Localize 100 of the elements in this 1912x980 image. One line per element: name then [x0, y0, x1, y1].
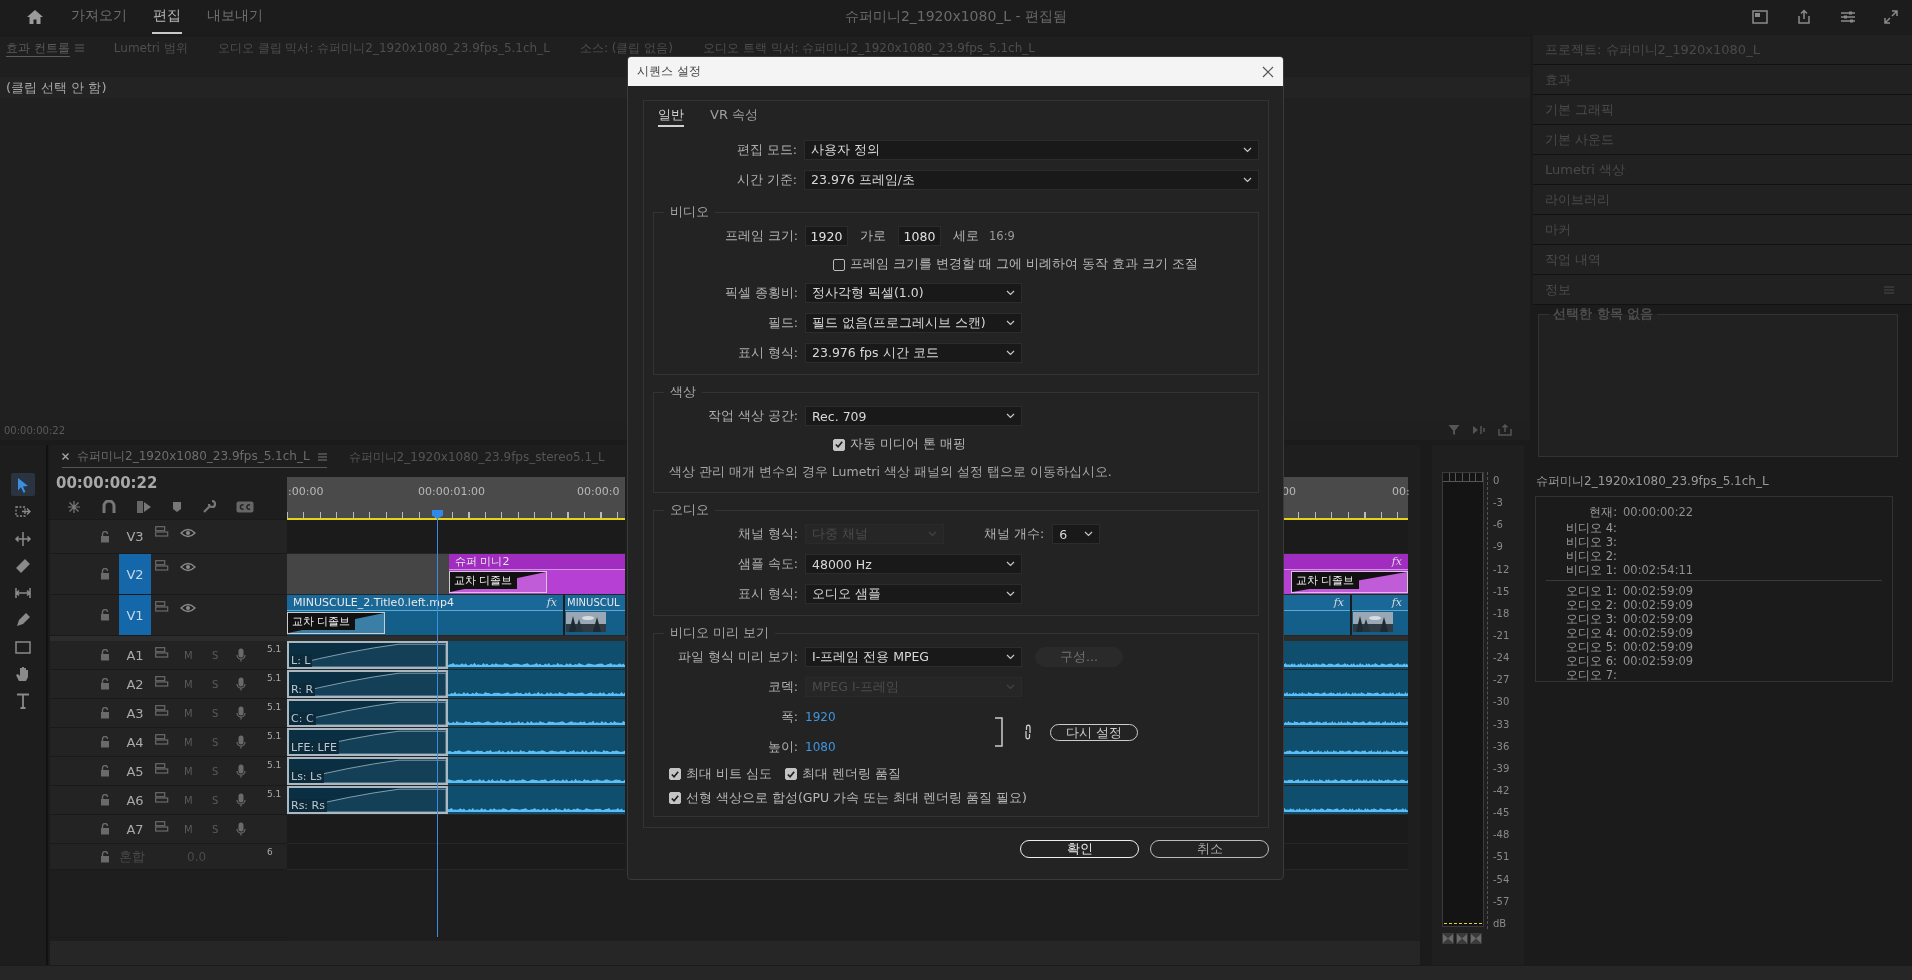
microphone-icon[interactable] — [236, 793, 246, 807]
lock-icon[interactable] — [100, 823, 110, 835]
checkbox[interactable] — [833, 438, 845, 451]
track-name[interactable]: V3 — [119, 520, 151, 553]
lock-icon[interactable] — [100, 794, 110, 806]
transition[interactable]: LFE: LFE — [287, 728, 448, 756]
width-field[interactable]: 1920 — [805, 226, 848, 246]
checkbox[interactable] — [669, 768, 681, 780]
video-clip[interactable]: fx — [1352, 595, 1408, 635]
dropdown[interactable]: Rec. 709 — [805, 406, 1022, 426]
dimension-value[interactable]: 1920 — [805, 710, 836, 724]
nest-icon[interactable] — [66, 500, 82, 514]
audio-clip[interactable]: Ls: Ls — [287, 757, 625, 785]
sliders-icon[interactable] — [1840, 10, 1856, 24]
checkbox[interactable] — [784, 768, 797, 780]
microphone-icon[interactable] — [236, 764, 246, 778]
dropdown[interactable]: 23.976 프레임/초 — [804, 170, 1259, 190]
dropdown[interactable]: 48000 Hz — [805, 554, 1022, 574]
lock-icon[interactable] — [100, 568, 110, 580]
dropdown[interactable]: 오디오 샘플 — [805, 584, 1022, 604]
dropdown[interactable]: 사용자 정의 — [804, 140, 1259, 160]
microphone-icon[interactable] — [236, 735, 246, 749]
linked-selection-icon[interactable] — [136, 500, 152, 514]
dropdown[interactable]: I-프레임 전용 MPEG — [805, 647, 1022, 667]
panel-icon[interactable] — [1752, 10, 1768, 24]
microphone-icon[interactable] — [236, 648, 246, 662]
checkbox-label[interactable]: 최대 렌더링 품질 — [801, 765, 901, 783]
checkbox[interactable] — [669, 792, 681, 804]
workspace-tab[interactable]: 가져오기 — [70, 0, 128, 34]
transition[interactable]: R: R — [287, 670, 448, 698]
sync-lock-icon[interactable] — [155, 763, 169, 774]
sync-lock-icon[interactable] — [155, 705, 169, 716]
sync-lock-icon[interactable] — [155, 734, 169, 745]
lock-icon[interactable] — [100, 707, 110, 719]
graphic-clip[interactable]: 슈퍼 미니2 교차 디졸브 — [449, 554, 625, 594]
checkbox-label[interactable]: 프레임 크기를 변경할 때 그에 비례하여 동작 효과 크기 조절 — [850, 256, 1198, 273]
marker-icon[interactable] — [172, 501, 182, 513]
track-name[interactable]: V2 — [119, 554, 151, 594]
captions-icon[interactable] — [236, 501, 254, 513]
fx-badge[interactable]: fx — [1391, 596, 1402, 609]
link-icon[interactable] — [1024, 724, 1032, 740]
audio-clip[interactable]: R: R — [287, 670, 625, 698]
checkbox[interactable] — [833, 258, 845, 271]
share-icon[interactable] — [1796, 9, 1812, 25]
lock-icon[interactable] — [100, 649, 110, 661]
video-clip[interactable]: MINUSCUL — [565, 595, 625, 635]
lock-icon[interactable] — [100, 530, 110, 543]
sync-lock-icon[interactable] — [155, 560, 169, 571]
height-field[interactable]: 1080 — [898, 226, 941, 246]
checkbox-label[interactable]: 자동 미디어 톤 매핑 — [850, 436, 966, 453]
timecode[interactable]: 00:00:00:22 — [56, 474, 158, 492]
dialog-tab[interactable]: VR 속성 — [710, 105, 759, 127]
close-icon[interactable] — [62, 453, 69, 460]
magnet-icon[interactable] — [102, 500, 116, 514]
close-icon[interactable] — [1262, 65, 1274, 78]
dialog-tab[interactable]: 일반 — [658, 105, 684, 127]
video-clip[interactable]: fx — [1282, 595, 1350, 635]
lock-icon[interactable] — [100, 678, 110, 690]
fx-badge[interactable]: fx — [546, 596, 557, 609]
lock-icon[interactable] — [100, 736, 110, 748]
transition[interactable]: Rs: Rs — [287, 786, 448, 814]
eye-icon[interactable] — [180, 528, 196, 538]
fx-badge[interactable]: fx — [1333, 596, 1344, 609]
transition[interactable]: Ls: Ls — [287, 757, 448, 785]
expand-icon[interactable] — [1884, 10, 1898, 24]
workspace-tab[interactable]: 내보내기 — [206, 0, 264, 34]
solo-meter-icon[interactable] — [1442, 933, 1454, 944]
sync-lock-icon[interactable] — [155, 601, 169, 612]
transition[interactable]: L: L — [287, 641, 448, 669]
sync-lock-icon[interactable] — [155, 821, 169, 832]
checkbox-label[interactable]: 최대 비트 심도 — [686, 765, 772, 783]
dropdown[interactable]: 정사각형 픽셀(1.0) — [805, 283, 1022, 303]
dropdown[interactable]: 필드 없음(프로그레시브 스캔) — [805, 313, 1022, 333]
dimension-value[interactable]: 1080 — [805, 740, 836, 754]
track-name[interactable]: V1 — [119, 595, 151, 635]
sync-lock-icon[interactable] — [155, 647, 169, 658]
sync-lock-icon[interactable] — [155, 676, 169, 687]
home-icon[interactable] — [26, 9, 44, 25]
wrench-icon[interactable] — [202, 500, 216, 514]
microphone-icon[interactable] — [236, 706, 246, 720]
eye-icon[interactable] — [180, 562, 196, 572]
time-ruler[interactable]: :00:00 00:00:01:00 00:00:0 — [287, 477, 625, 520]
workspace-tab[interactable]: 편집 — [152, 0, 182, 34]
audio-clip[interactable] — [1282, 641, 1408, 669]
lock-icon[interactable] — [100, 609, 110, 621]
audio-clip[interactable] — [1282, 757, 1408, 785]
transition[interactable]: 교차 디졸브 — [287, 612, 385, 634]
transition[interactable]: C: C — [287, 699, 448, 727]
audio-clip[interactable]: LFE: LFE — [287, 728, 625, 756]
play-audio-icon[interactable] — [1472, 424, 1486, 436]
sync-lock-icon[interactable] — [155, 792, 169, 803]
sequence-tab[interactable]: 슈퍼미니2_1920x1080_23.9fps_5.1ch_L — [77, 448, 310, 465]
eye-icon[interactable] — [180, 603, 196, 613]
audio-clip[interactable]: C: C — [287, 699, 625, 727]
solo-meter-icon[interactable] — [1470, 933, 1482, 944]
audio-clip[interactable] — [1282, 728, 1408, 756]
lock-icon[interactable] — [100, 850, 110, 863]
audio-clip[interactable]: L: L — [287, 641, 625, 669]
lock-icon[interactable] — [100, 765, 110, 777]
sync-lock-icon[interactable] — [155, 526, 169, 537]
